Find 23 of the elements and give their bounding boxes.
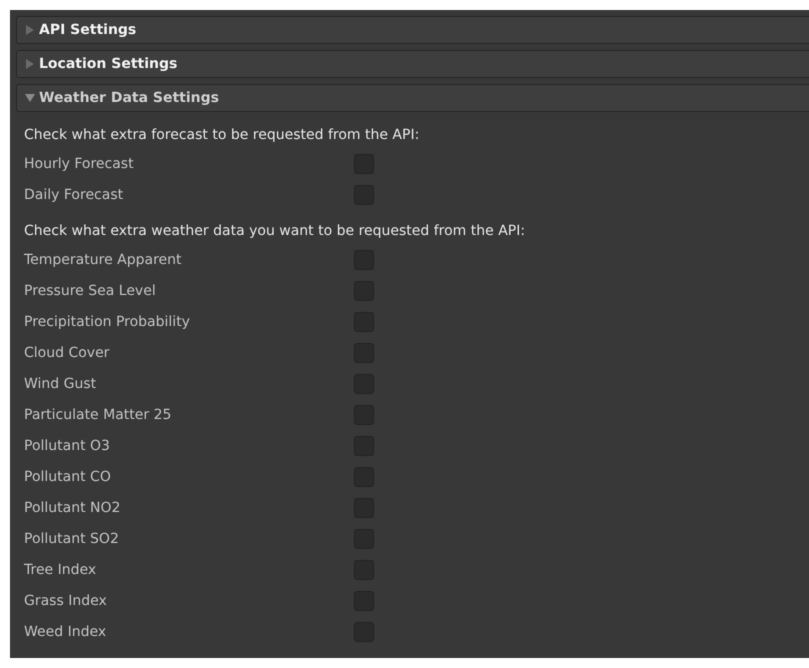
field-label: Weed Index bbox=[24, 624, 108, 640]
foldout-header[interactable]: Weather Data Settings bbox=[16, 84, 809, 112]
field-label: Tree Index bbox=[24, 562, 98, 578]
field-label: Temperature Apparent bbox=[24, 252, 182, 268]
triangle-icon bbox=[25, 59, 35, 69]
field-label: Hourly Forecast bbox=[24, 156, 135, 172]
field-label: Pollutant NO2 bbox=[24, 500, 122, 516]
field-label: Daily Forecast bbox=[24, 186, 124, 202]
field-label: Particulate Matter 25 bbox=[24, 406, 172, 422]
triangle-icon bbox=[25, 93, 35, 103]
triangle-icon bbox=[25, 25, 35, 35]
field-label: Precipitation Probability bbox=[24, 314, 191, 330]
field-label: Cloud Cover bbox=[24, 344, 110, 360]
field-label: Pressure Sea Level bbox=[24, 282, 157, 298]
field-label: Pollutant O3 bbox=[24, 438, 111, 454]
help-text: Check what extra forecast to be requested from the API: bbox=[24, 126, 420, 145]
field-label: Pollutant SO2 bbox=[24, 530, 120, 546]
field-label: Grass Index bbox=[24, 592, 108, 608]
foldout-header[interactable]: API Settings bbox=[16, 16, 809, 44]
field-label: Wind Gust bbox=[24, 376, 98, 392]
field-label: Pollutant CO bbox=[24, 468, 112, 484]
foldout-header[interactable]: Location Settings bbox=[16, 50, 809, 78]
help-text: Check what extra weather data you want to be requested from the API: bbox=[24, 222, 526, 241]
